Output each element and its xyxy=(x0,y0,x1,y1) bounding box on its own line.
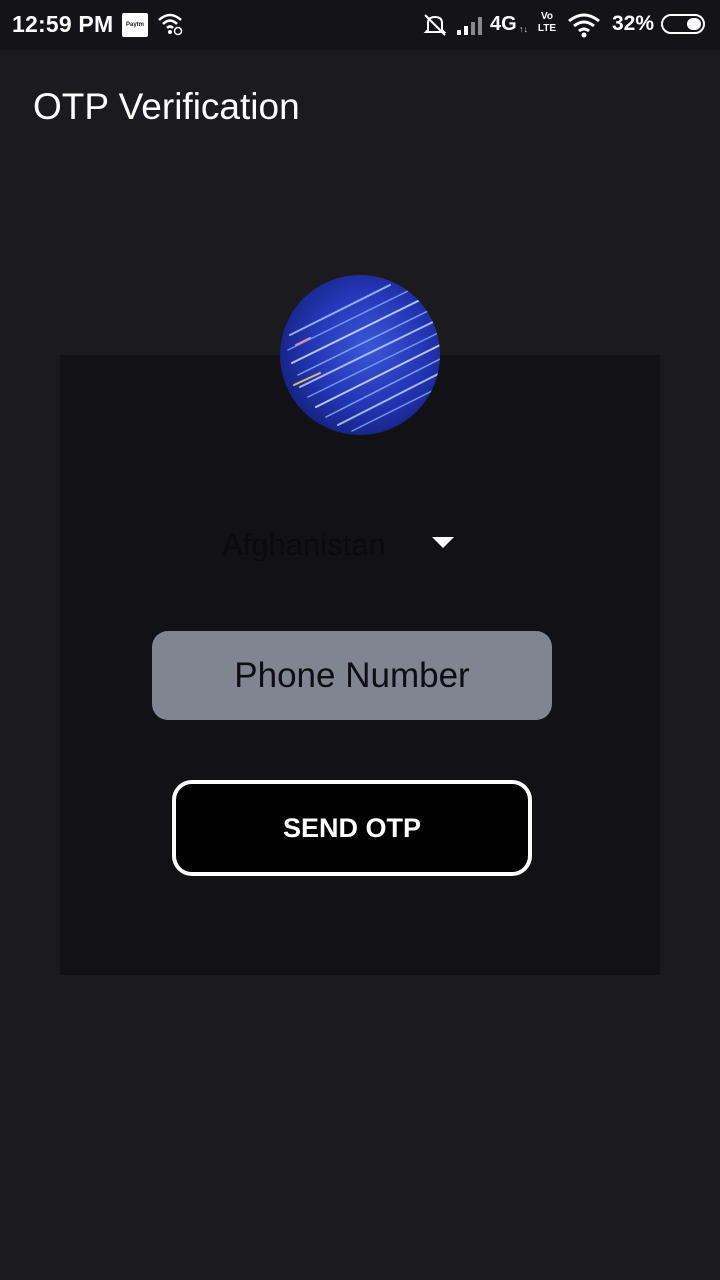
chevron-down-icon xyxy=(432,537,454,548)
phone-number-input[interactable] xyxy=(152,631,552,720)
battery-percent: 32% xyxy=(612,12,655,35)
battery-fill xyxy=(687,18,701,30)
country-dropdown[interactable]: Afghanistan xyxy=(222,520,462,570)
volte-icon: Vo LTE xyxy=(537,11,557,34)
screen: 12:59 PM Paytm 4G ↑↓ Vo LTE 32% OTP Veri… xyxy=(0,0,720,1280)
wifi-icon xyxy=(157,12,183,41)
country-selected-value: Afghanistan xyxy=(222,527,386,562)
signal-icon xyxy=(456,14,486,41)
page-title: OTP Verification xyxy=(33,86,300,127)
wifi-icon xyxy=(567,12,601,43)
status-bar: 12:59 PM Paytm 4G ↑↓ Vo LTE 32% xyxy=(0,0,720,50)
paytm-icon: Paytm xyxy=(122,13,148,37)
network-activity-arrows: ↑↓ xyxy=(519,24,528,34)
code-avatar-image xyxy=(280,275,440,435)
battery-icon xyxy=(661,14,705,34)
status-time: 12:59 PM xyxy=(12,11,114,37)
send-otp-button[interactable]: SEND OTP xyxy=(172,780,532,876)
mute-icon xyxy=(422,12,448,43)
network-type-label: 4G xyxy=(490,13,517,35)
